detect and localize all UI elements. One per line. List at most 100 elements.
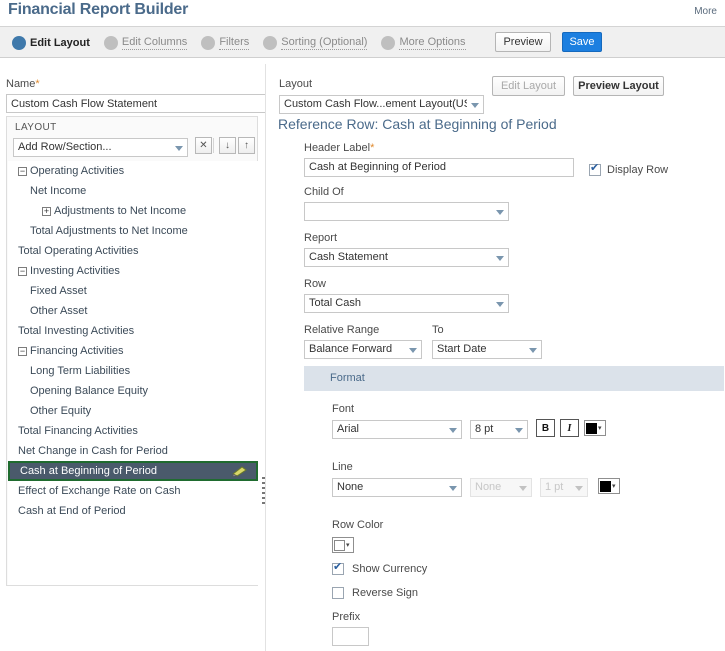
row-color-label: Row Color xyxy=(332,519,384,531)
child-of-group: Child Of xyxy=(304,186,509,221)
layout-tree-item[interactable]: Fixed Asset xyxy=(8,281,258,301)
collapse-icon[interactable]: − xyxy=(18,166,27,176)
report-dropdown-wrap: Cash Statement xyxy=(304,247,509,267)
line-position-dropdown[interactable]: None xyxy=(332,477,462,497)
preview-button[interactable]: Preview xyxy=(495,32,551,52)
font-size-dropdown[interactable]: 8 pt xyxy=(470,419,528,439)
required-marker: * xyxy=(35,78,40,90)
reference-row-title: Reference Row: Cash at Beginning of Peri… xyxy=(278,116,557,132)
page-title: Financial Report Builder xyxy=(8,1,189,18)
layout-tree-item[interactable]: Net Change in Cash for Period xyxy=(8,441,258,461)
report-dropdown[interactable]: Cash Statement xyxy=(304,247,509,267)
layout-dropdown[interactable]: Custom Cash Flow...ement Layout(US) xyxy=(279,94,484,114)
required-marker: * xyxy=(370,142,375,154)
step-label: Sorting (Optional) xyxy=(281,36,368,50)
save-button[interactable]: Save xyxy=(562,32,602,52)
move-row-up-button[interactable]: ↑ xyxy=(238,137,255,154)
layout-tree-item-label: Other Equity xyxy=(30,405,92,417)
collapse-icon[interactable]: − xyxy=(18,346,27,356)
prefix-input[interactable] xyxy=(332,627,369,646)
layout-tree-item[interactable]: Net Income xyxy=(8,181,258,201)
italic-button[interactable]: I xyxy=(560,419,579,437)
expand-icon[interactable]: + xyxy=(42,206,51,216)
preview-layout-button[interactable]: Preview Layout xyxy=(573,76,664,96)
row-dropdown[interactable]: Total Cash xyxy=(304,293,509,313)
layout-tree-item[interactable]: − Financing Activities xyxy=(8,341,258,361)
layout-dropdown-wrap: Custom Cash Flow...ement Layout(US) xyxy=(279,94,484,114)
layout-tree-item[interactable]: Effect of Exchange Rate on Cash xyxy=(8,481,258,501)
step-edit-layout[interactable]: Edit Layout xyxy=(12,36,90,50)
step-dot-icon xyxy=(263,36,278,50)
layout-tree-item[interactable]: Total Operating Activities xyxy=(8,241,258,261)
layout-tree-item[interactable]: Other Equity xyxy=(8,401,258,421)
layout-caption: LAYOUT xyxy=(15,122,57,133)
add-row-section-dropdown[interactable]: Add Row/Section... xyxy=(13,137,188,157)
layout-tree-item-label: Fixed Asset xyxy=(30,285,87,297)
header-label-input[interactable] xyxy=(304,157,574,177)
row-color-picker[interactable]: ▾ xyxy=(332,537,354,553)
relative-range-dropdown[interactable]: Balance Forward xyxy=(304,339,422,359)
line-width-dropdown-wrap: 1 pt xyxy=(540,477,588,497)
step-edit-columns[interactable]: Edit Columns xyxy=(103,36,188,50)
bold-icon: B xyxy=(541,422,550,434)
reverse-sign-label: Reverse Sign xyxy=(352,587,419,599)
show-currency-checkbox[interactable] xyxy=(332,561,344,575)
layout-tree-item-label: Financing Activities xyxy=(30,345,124,357)
report-label: Report xyxy=(304,232,338,244)
format-section-body: Font Arial 8 pt B I ▾ Line None None 1 p… xyxy=(304,391,724,651)
font-family-dropdown[interactable]: Arial xyxy=(332,419,462,439)
to-group: To Start Date xyxy=(432,324,542,359)
header-label-caption: Header Label* xyxy=(304,142,574,154)
collapse-icon[interactable]: − xyxy=(18,266,27,276)
child-of-dropdown[interactable] xyxy=(304,201,509,221)
layout-label: Layout xyxy=(279,78,313,90)
title-bar: Financial Report Builder More xyxy=(0,0,725,26)
display-row-checkbox[interactable] xyxy=(589,162,601,176)
bold-button[interactable]: B xyxy=(536,419,555,437)
step-dot-icon xyxy=(103,36,118,50)
chevron-down-icon: ▾ xyxy=(612,483,616,490)
layout-tree-item[interactable]: Total Adjustments to Net Income xyxy=(8,221,258,241)
panel-resize-handle[interactable] xyxy=(262,477,265,505)
layout-tree-item-label: Cash at Beginning of Period xyxy=(20,465,157,477)
layout-tree-item[interactable]: − Investing Activities xyxy=(8,261,258,281)
more-link[interactable]: More xyxy=(694,6,717,17)
report-name-input[interactable] xyxy=(6,94,270,113)
pencil-icon[interactable] xyxy=(232,466,248,477)
layout-tree-item[interactable]: + Adjustments to Net Income xyxy=(8,201,258,221)
edit-layout-button[interactable]: Edit Layout xyxy=(492,76,565,96)
layout-tree-item[interactable]: Total Investing Activities xyxy=(8,321,258,341)
layout-tree-item-selected[interactable]: Cash at Beginning of Period xyxy=(8,461,258,481)
right-panel: Layout Custom Cash Flow...ement Layout(U… xyxy=(266,64,725,651)
relative-range-dropdown-wrap: Balance Forward xyxy=(304,339,422,359)
italic-icon: I xyxy=(567,422,572,434)
step-filters[interactable]: Filters xyxy=(201,36,250,50)
header-label-text: Header Label xyxy=(304,142,371,154)
move-row-down-button[interactable]: ↓ xyxy=(219,137,236,154)
step-dot-icon xyxy=(381,36,396,50)
step-more-options[interactable]: More Options xyxy=(381,36,466,50)
wizard-step-bar: Edit Layout Edit Columns Filters Sorting… xyxy=(0,26,725,58)
layout-tree-item[interactable]: Long Term Liabilities xyxy=(8,361,258,381)
step-label: Filters xyxy=(219,36,250,50)
child-of-dropdown-wrap xyxy=(304,201,509,221)
layout-tree-item[interactable]: Other Asset xyxy=(8,301,258,321)
font-color-picker[interactable]: ▾ xyxy=(584,420,606,436)
layout-tree-item[interactable]: Cash at End of Period xyxy=(8,501,258,521)
step-sorting[interactable]: Sorting (Optional) xyxy=(263,36,368,50)
line-color-picker[interactable]: ▾ xyxy=(598,478,620,494)
layout-tree-item-label: Cash at End of Period xyxy=(18,505,126,517)
layout-tree-item[interactable]: Total Financing Activities xyxy=(8,421,258,441)
layout-tree-item[interactable]: − Operating Activities xyxy=(8,161,258,181)
format-section-header: Format xyxy=(304,366,724,391)
layout-tree-item-label: Long Term Liabilities xyxy=(30,365,131,377)
layout-tree-item-label: Total Operating Activities xyxy=(18,245,139,257)
reverse-sign-checkbox[interactable] xyxy=(332,587,344,599)
to-dropdown[interactable]: Start Date xyxy=(432,339,542,359)
layout-tree-item-label: Net Change in Cash for Period xyxy=(18,445,168,457)
layout-tree[interactable]: − Operating Activities Net Income + Adjustme… xyxy=(8,161,258,585)
delete-row-button[interactable]: ✕ xyxy=(195,137,212,154)
layout-tree-item[interactable]: Opening Balance Equity xyxy=(8,381,258,401)
to-dropdown-wrap: Start Date xyxy=(432,339,542,359)
font-label: Font xyxy=(332,403,355,415)
